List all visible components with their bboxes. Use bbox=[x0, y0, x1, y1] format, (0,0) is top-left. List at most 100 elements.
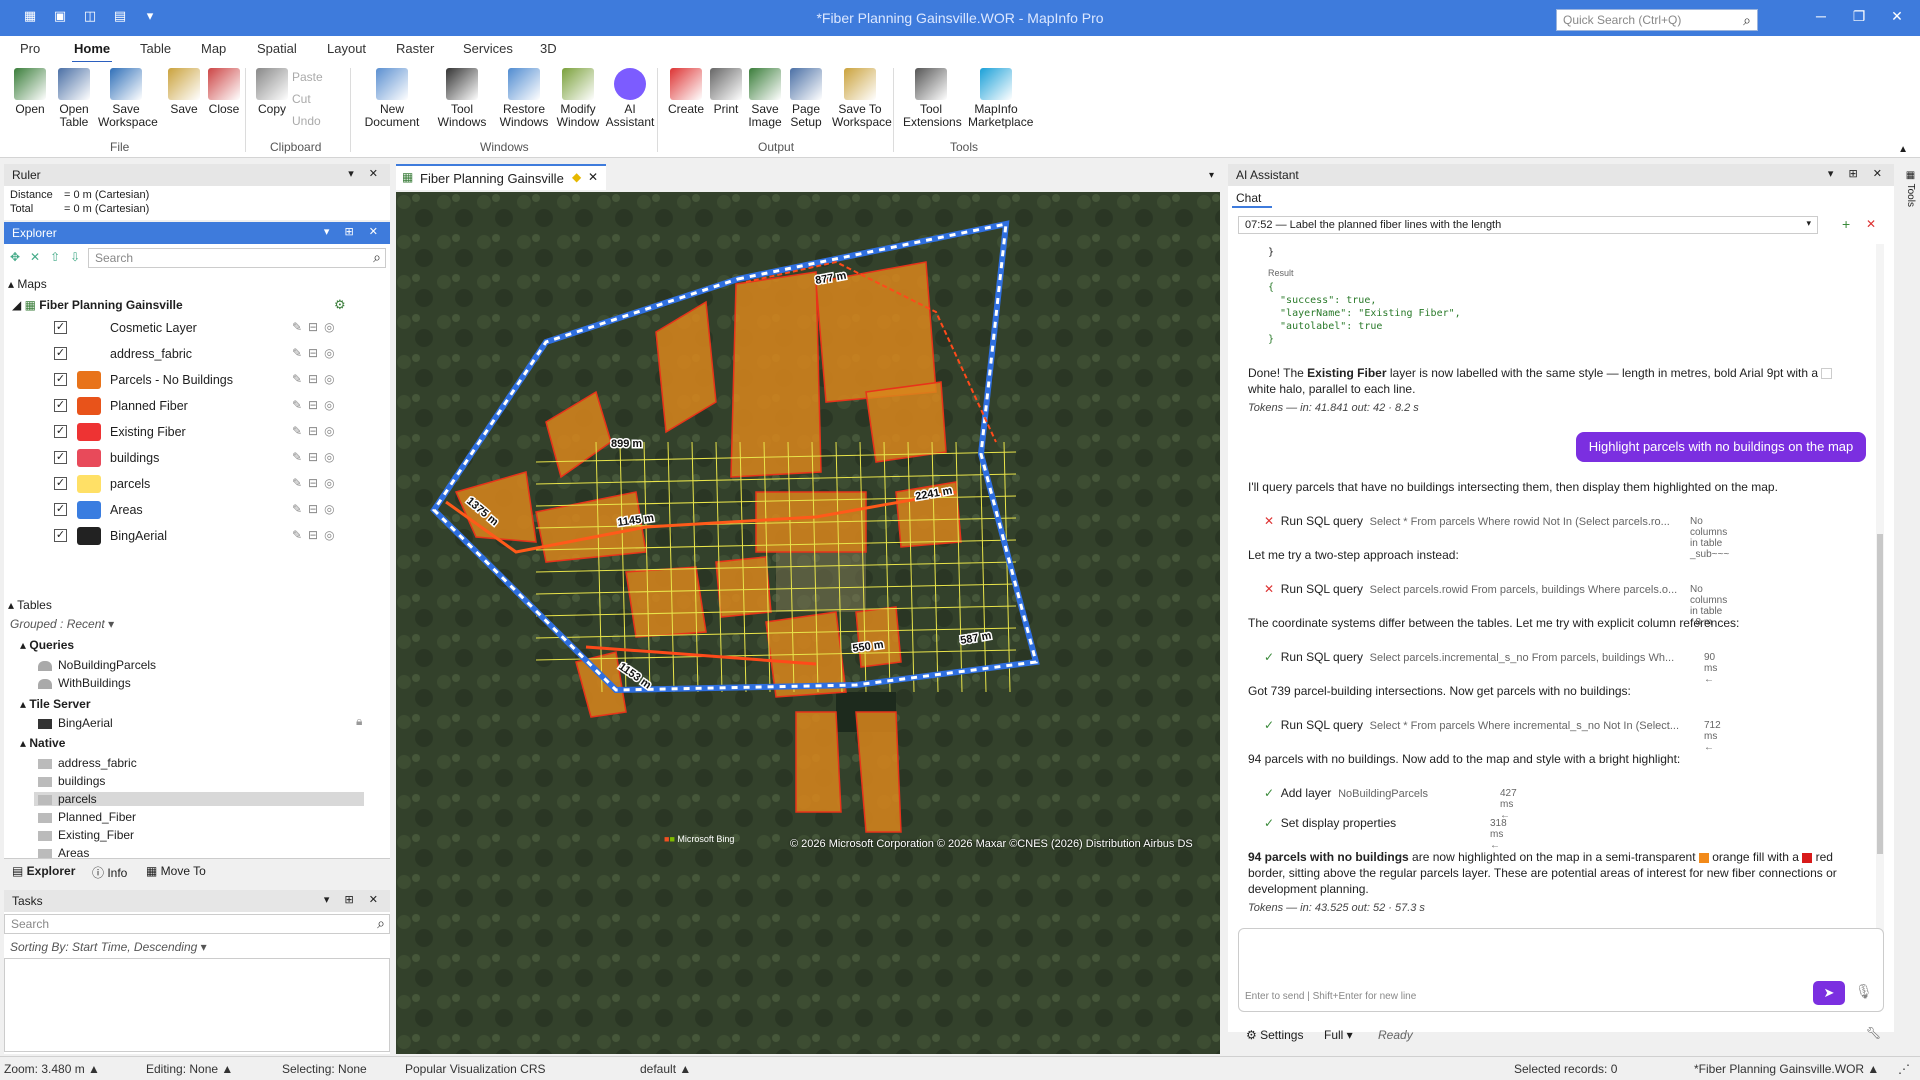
restore-windows-button[interactable]: Restore Windows bbox=[496, 68, 552, 129]
search-icon[interactable]: ⌕ bbox=[373, 249, 381, 266]
delete-chat-icon[interactable]: ✕ bbox=[1866, 217, 1876, 231]
layer-row[interactable]: ✓ Cosmetic Layer ✎⊟◎ bbox=[4, 315, 390, 341]
search-icon[interactable]: ⌕ bbox=[377, 915, 385, 932]
map-tab[interactable]: ▦ Fiber Planning Gainsville ◆ ✕ bbox=[396, 164, 606, 190]
explorer-toolbar[interactable]: ✥✕⇧⇩ bbox=[10, 250, 90, 264]
tool-call-row[interactable]: ✕ Run SQL query Select parcels.rowid Fro… bbox=[1264, 582, 1727, 628]
layer-tools[interactable]: ✎⊟◎ bbox=[292, 320, 341, 334]
close-window-icon[interactable]: ✕ bbox=[1882, 8, 1912, 28]
tab-info[interactable]: ⓘ Info bbox=[92, 864, 127, 881]
layer-tools[interactable]: ✎⊟◎ bbox=[292, 372, 341, 386]
layer-tools[interactable]: ✎⊟◎ bbox=[292, 450, 341, 464]
paste-button[interactable]: Paste bbox=[292, 70, 323, 84]
layer-visibility-checkbox[interactable]: ✓ bbox=[54, 503, 67, 516]
table-item[interactable]: buildings bbox=[38, 774, 105, 788]
close-tab-icon[interactable]: ✕ bbox=[588, 170, 598, 184]
new-chat-icon[interactable]: + bbox=[1842, 216, 1850, 232]
tab-home[interactable]: Home bbox=[71, 41, 113, 63]
tool-windows-button[interactable]: Tool Windows bbox=[434, 68, 490, 129]
grouped-dropdown[interactable]: Grouped : Recent ▾ bbox=[10, 617, 114, 631]
panel-controls[interactable]: ▾ ⊞ ✕ bbox=[324, 225, 384, 238]
tab-pro[interactable]: Pro bbox=[20, 41, 40, 56]
mode-dropdown[interactable]: Full ▾ bbox=[1324, 1028, 1353, 1042]
tab-map[interactable]: Map bbox=[201, 41, 226, 56]
table-item[interactable]: BingAerial bbox=[38, 716, 113, 730]
layer-tools[interactable]: ✎⊟◎ bbox=[292, 502, 341, 516]
new-document-button[interactable]: New Document bbox=[364, 68, 420, 129]
tab-layout[interactable]: Layout bbox=[327, 41, 366, 56]
scrollbar-thumb[interactable] bbox=[1877, 534, 1883, 854]
layer-row[interactable]: ✓ Parcels - No Buildings ✎⊟◎ bbox=[4, 367, 390, 393]
send-button[interactable]: ➤ bbox=[1813, 981, 1845, 1005]
save-workspace-button[interactable]: Save Workspace bbox=[98, 68, 158, 129]
tab-spatial[interactable]: Spatial bbox=[257, 41, 297, 56]
minimize-icon[interactable]: ─ bbox=[1806, 8, 1836, 28]
map-settings-icon[interactable]: ⚙ bbox=[334, 297, 346, 313]
chat-tab[interactable]: Chat bbox=[1232, 188, 1272, 208]
tool-extensions-button[interactable]: Tool Extensions bbox=[903, 68, 962, 129]
page-setup-button[interactable]: Page Setup bbox=[778, 68, 834, 129]
modify-window-button[interactable]: Modify Window bbox=[550, 68, 606, 129]
resize-grip-icon[interactable]: ⋰ bbox=[1898, 1062, 1910, 1076]
ai-assistant-button[interactable]: AI Assistant bbox=[602, 68, 658, 129]
workspace-status[interactable]: *Fiber Planning Gainsville.WOR ▲ bbox=[1694, 1062, 1879, 1076]
map-canvas[interactable]: 877 m 899 m 1375 m 1145 m 2241 m 550 m 587 m 11… bbox=[396, 192, 1220, 1054]
open-table-button[interactable]: Open Table bbox=[46, 68, 102, 129]
table-item[interactable]: Planned_Fiber bbox=[38, 810, 136, 824]
layer-visibility-checkbox[interactable]: ✓ bbox=[54, 347, 67, 360]
layer-row[interactable]: ✓ buildings ✎⊟◎ bbox=[4, 445, 390, 471]
panel-controls[interactable]: ▾ ✕ bbox=[348, 167, 384, 180]
table-item[interactable]: address_fabric bbox=[38, 756, 137, 770]
tile-server-section[interactable]: ▴ Tile Server bbox=[20, 697, 91, 711]
tab-3d[interactable]: 3D bbox=[540, 41, 557, 56]
map-node[interactable]: ◢ ▦ Fiber Planning Gainsville bbox=[12, 298, 183, 312]
tab-list-icon[interactable]: ▾ bbox=[1209, 170, 1214, 181]
panel-controls[interactable]: ▾ ⊞ ✕ bbox=[324, 893, 384, 906]
crs-status[interactable]: Popular Visualization CRS bbox=[405, 1062, 546, 1076]
table-item[interactable]: WithBuildings bbox=[38, 676, 131, 690]
tab-raster[interactable]: Raster bbox=[396, 41, 434, 56]
layer-row[interactable]: ✓ Planned Fiber ✎⊟◎ bbox=[4, 393, 390, 419]
undo-button[interactable]: Undo bbox=[292, 114, 321, 128]
sorting-dropdown[interactable]: Sorting By: Start Time, Descending ▾ bbox=[10, 940, 207, 954]
layer-visibility-checkbox[interactable]: ✓ bbox=[54, 451, 67, 464]
cut-button[interactable]: Cut bbox=[292, 92, 311, 106]
layer-tools[interactable]: ✎⊟◎ bbox=[292, 424, 341, 438]
chat-scrollbar[interactable] bbox=[1876, 244, 1884, 962]
collapse-ribbon-icon[interactable]: ▲ bbox=[1898, 144, 1908, 155]
tab-explorer[interactable]: ▤ Explorer bbox=[12, 864, 75, 878]
tool-call-row[interactable]: ✓ Set display properties 318 ms ← bbox=[1264, 816, 1507, 851]
tools-side-tab[interactable]: ▦ Tools bbox=[1896, 164, 1916, 234]
layer-visibility-checkbox[interactable]: ✓ bbox=[54, 529, 67, 542]
tasks-search-input[interactable]: Search ⌕ bbox=[4, 914, 390, 934]
tool-call-row[interactable]: ✕ Run SQL query Select * From parcels Wh… bbox=[1264, 514, 1729, 560]
chat-input[interactable]: Enter to send | Shift+Enter for new line… bbox=[1238, 928, 1884, 1012]
settings-button[interactable]: ⚙ Settings bbox=[1246, 1028, 1303, 1042]
layer-row[interactable]: ✓ Existing Fiber ✎⊟◎ bbox=[4, 419, 390, 445]
queries-section[interactable]: ▴ Queries bbox=[20, 638, 74, 652]
session-select[interactable]: 07:52 — Label the planned fiber lines wi… bbox=[1238, 216, 1818, 234]
layer-tools[interactable]: ✎⊟◎ bbox=[292, 398, 341, 412]
native-section[interactable]: ▴ Native bbox=[20, 736, 65, 750]
explorer-search-input[interactable]: Search ⌕ bbox=[88, 248, 386, 268]
tab-services[interactable]: Services bbox=[463, 41, 513, 56]
tool-call-row[interactable]: ✓ Run SQL query Select parcels.increment… bbox=[1264, 650, 1717, 685]
table-item[interactable]: parcels bbox=[34, 792, 364, 806]
layer-visibility-checkbox[interactable]: ✓ bbox=[54, 321, 67, 334]
table-item[interactable]: NoBuildingParcels bbox=[38, 658, 156, 672]
save-to-workspace-button[interactable]: Save To Workspace bbox=[832, 68, 892, 129]
style-status[interactable]: default ▲ bbox=[640, 1062, 691, 1076]
layer-tools[interactable]: ✎⊟◎ bbox=[292, 528, 341, 542]
quick-search-input[interactable]: Quick Search (Ctrl+Q) ⌕ bbox=[1556, 9, 1758, 31]
layer-visibility-checkbox[interactable]: ✓ bbox=[54, 425, 67, 438]
microphone-icon[interactable]: 🎙︎ bbox=[1855, 983, 1873, 1000]
layer-row[interactable]: ✓ parcels ✎⊟◎ bbox=[4, 471, 390, 497]
layer-visibility-checkbox[interactable]: ✓ bbox=[54, 373, 67, 386]
layer-row[interactable]: ✓ BingAerial ✎⊟◎ bbox=[4, 523, 390, 549]
zoom-status[interactable]: Zoom: 3.480 m ▲ bbox=[4, 1062, 100, 1076]
mapinfo-marketplace-button[interactable]: MapInfo Marketplace bbox=[968, 68, 1033, 129]
layer-row[interactable]: ✓ Areas ✎⊟◎ bbox=[4, 497, 390, 523]
tables-section[interactable]: ▴ Tables bbox=[8, 598, 52, 612]
search-icon[interactable]: ⌕ bbox=[1743, 12, 1751, 29]
panel-controls[interactable]: ▾ ⊞ ✕ bbox=[1828, 167, 1888, 180]
